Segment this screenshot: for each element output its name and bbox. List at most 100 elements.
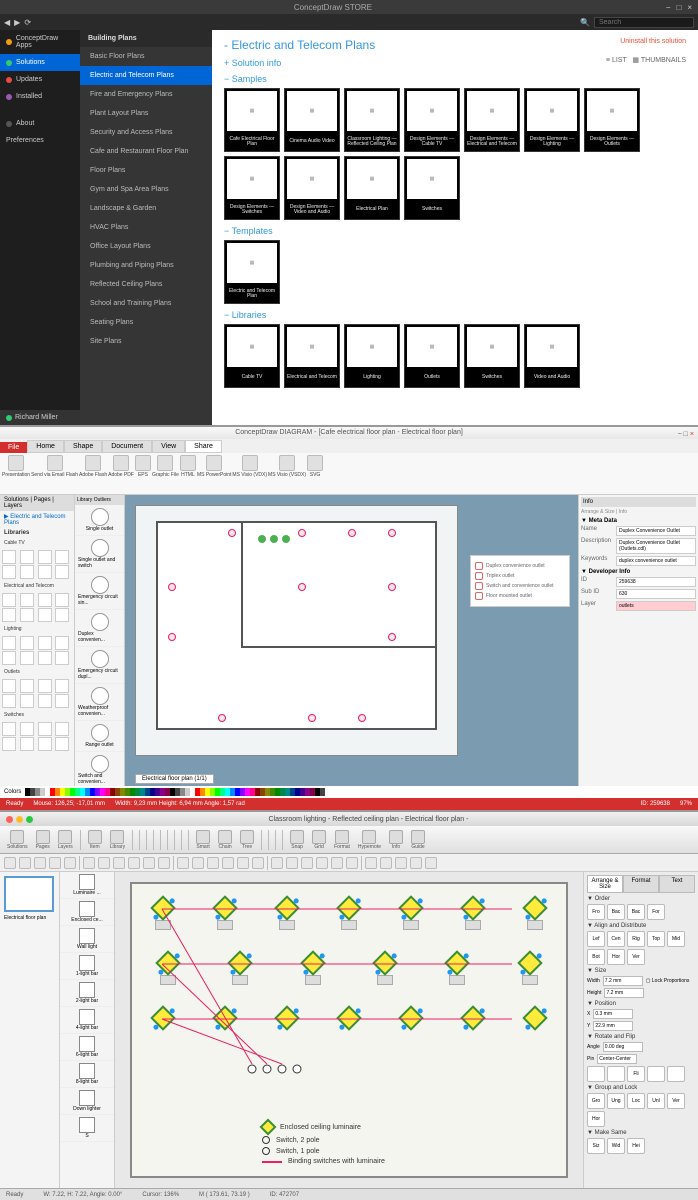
minimize-icon[interactable]: [16, 816, 23, 823]
library-item[interactable]: Down lighter: [60, 1088, 114, 1115]
inspector-button[interactable]: Hor: [587, 1111, 605, 1127]
ribbon-button[interactable]: SVG: [307, 455, 323, 492]
shape-stencil[interactable]: [2, 593, 16, 607]
shape-stencil[interactable]: [20, 550, 34, 564]
thumbnail-card[interactable]: ▦Lighting: [344, 324, 400, 388]
library-item[interactable]: Luminaire ...: [60, 872, 114, 899]
inspector-button[interactable]: For: [647, 904, 665, 920]
shape-stencil[interactable]: [55, 679, 69, 693]
outlet[interactable]: [388, 633, 396, 641]
thumbnail-card[interactable]: ▦Switches: [464, 324, 520, 388]
tab-home[interactable]: Home: [27, 440, 64, 453]
inspector-button[interactable]: Ver: [627, 949, 645, 965]
shape-stencil[interactable]: [2, 694, 16, 708]
category-item[interactable]: Electric and Telecom Plans: [80, 66, 212, 85]
forward-icon[interactable]: ▶: [14, 18, 20, 27]
library-item[interactable]: 6-light bar: [60, 1034, 114, 1061]
tab-share[interactable]: Share: [185, 440, 222, 453]
inspector-button[interactable]: Bot: [587, 949, 605, 965]
tool-icon[interactable]: [83, 857, 95, 869]
tool-icon[interactable]: [365, 857, 377, 869]
ribbon-button[interactable]: EPS: [135, 455, 151, 492]
toolbar-button[interactable]: Guide: [408, 830, 428, 850]
inspector-button[interactable]: Fro: [587, 904, 605, 920]
ribbon-button[interactable]: Send via Email Flash: [31, 455, 78, 492]
inspector-button[interactable]: Loc: [627, 1093, 645, 1109]
luminaire[interactable]: [398, 895, 423, 920]
tool-icon[interactable]: [346, 857, 358, 869]
outlet[interactable]: [388, 529, 396, 537]
shape-stencil[interactable]: [2, 737, 16, 751]
thumbnail-card[interactable]: ▦Electrical Plan: [344, 156, 400, 220]
tab-view[interactable]: View: [152, 440, 185, 453]
category-item[interactable]: Site Plans: [80, 332, 212, 351]
category-item[interactable]: Landscape & Garden: [80, 199, 212, 218]
thumbnail-card[interactable]: ▦Electrical and Telecom: [284, 324, 340, 388]
shape-stencil[interactable]: [20, 593, 34, 607]
tool-icon[interactable]: [237, 857, 249, 869]
inspector-button[interactable]: Top: [647, 931, 665, 947]
tool-icon[interactable]: [271, 857, 283, 869]
luminaire[interactable]: [522, 1005, 547, 1030]
shape-stencil[interactable]: [55, 593, 69, 607]
luminaire[interactable]: [460, 895, 485, 920]
thumbnail-card[interactable]: ▦Outlets: [404, 324, 460, 388]
shape-stencil[interactable]: [55, 651, 69, 665]
luminaire[interactable]: [336, 1005, 361, 1030]
luminaire[interactable]: [212, 895, 237, 920]
shape-stencil[interactable]: [55, 550, 69, 564]
luminaire[interactable]: [460, 1005, 485, 1030]
view-mode[interactable]: ≡ LIST ▦ THUMBNAILS: [606, 56, 686, 64]
thumbnail-card[interactable]: ▦Design Elements — Switches: [224, 156, 280, 220]
tool-icon[interactable]: [395, 857, 407, 869]
tool-icon[interactable]: [380, 857, 392, 869]
inspector-button[interactable]: Bac: [607, 904, 625, 920]
shape-stencil[interactable]: [2, 722, 16, 736]
toolbar-button[interactable]: Solutions: [4, 830, 31, 850]
shape-stencil[interactable]: [38, 679, 52, 693]
thumbnail-card[interactable]: ▦Design Elements — Cable TV: [404, 88, 460, 152]
library-item[interactable]: 1-light bar: [60, 953, 114, 980]
lib-solution[interactable]: ▶ Electric and Telecom Plans: [0, 511, 74, 528]
tool-icon[interactable]: [49, 857, 61, 869]
shape-stencil[interactable]: [55, 694, 69, 708]
tool-icon[interactable]: [301, 857, 313, 869]
inspector-button[interactable]: Hei: [627, 1138, 645, 1154]
shape-stencil[interactable]: [20, 722, 34, 736]
shape-stencil[interactable]: [55, 565, 69, 579]
tab-document[interactable]: Document: [102, 440, 152, 453]
close-icon[interactable]: ×: [687, 3, 692, 12]
tool-icon[interactable]: [128, 857, 140, 869]
shape-stencil[interactable]: [38, 593, 52, 607]
toolbar-button[interactable]: Info: [386, 830, 406, 850]
category-item[interactable]: Office Layout Plans: [80, 237, 212, 256]
outliner-item[interactable]: Emergency circuit sin...: [75, 573, 124, 610]
luminaire[interactable]: [336, 895, 361, 920]
luminaire[interactable]: [445, 950, 470, 975]
category-item[interactable]: Cafe and Restaurant Floor Plan: [80, 142, 212, 161]
angle-input[interactable]: [603, 1042, 643, 1052]
tool-icon[interactable]: [34, 857, 46, 869]
tab-text[interactable]: Text: [659, 875, 695, 893]
refresh-icon[interactable]: ⟳: [24, 18, 31, 27]
tool-icon[interactable]: [177, 857, 189, 869]
luminaire[interactable]: [150, 895, 175, 920]
nav-solutions[interactable]: Solutions: [0, 54, 80, 71]
outlet[interactable]: [348, 529, 356, 537]
shape-stencil[interactable]: [20, 737, 34, 751]
inspector-button[interactable]: Hor: [607, 949, 625, 965]
outlet[interactable]: [218, 714, 226, 722]
luminaire[interactable]: [274, 1005, 299, 1030]
ribbon-button[interactable]: MS PowerPoint: [197, 455, 231, 492]
shape-stencil[interactable]: [2, 679, 16, 693]
tool-icon[interactable]: [192, 857, 204, 869]
thumbnail-card[interactable]: ▦Classroom Lighting — Reflected Ceiling …: [344, 88, 400, 152]
pin-input[interactable]: [597, 1054, 637, 1064]
close-icon[interactable]: [6, 816, 13, 823]
nav-apps[interactable]: ConceptDraw Apps: [0, 30, 80, 54]
shape-stencil[interactable]: [20, 608, 34, 622]
outlet[interactable]: [388, 583, 396, 591]
luminaire[interactable]: [155, 950, 180, 975]
zoom-icon[interactable]: [26, 816, 33, 823]
luminaire[interactable]: [372, 950, 397, 975]
